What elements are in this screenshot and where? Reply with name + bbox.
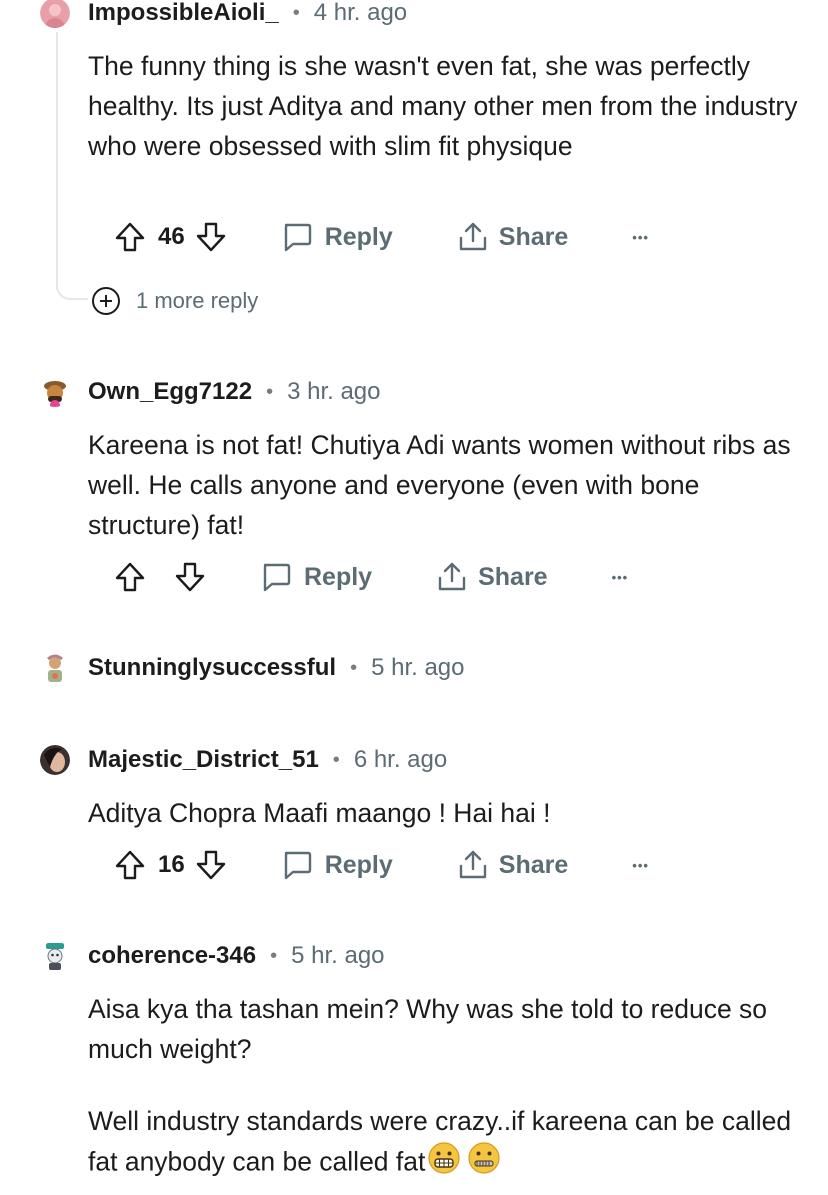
upvote-button[interactable] bbox=[114, 849, 146, 881]
share-button[interactable]: Share bbox=[436, 561, 548, 593]
separator-dot: • bbox=[266, 380, 274, 403]
share-label: Share bbox=[498, 222, 569, 251]
comment-actions: Reply Share ••• bbox=[114, 557, 628, 597]
comment-text: Aditya Chopra Maafi maango ! Hai hai ! bbox=[88, 798, 551, 828]
vote-count: 46 bbox=[158, 223, 185, 250]
thread-line bbox=[56, 32, 58, 290]
speech-bubble-icon bbox=[284, 851, 311, 880]
speech-bubble-icon bbox=[263, 563, 291, 592]
speech-bubble-icon bbox=[284, 223, 311, 252]
more-options-button[interactable]: ••• bbox=[632, 858, 649, 873]
avatar[interactable] bbox=[40, 745, 70, 775]
separator-dot: • bbox=[350, 656, 358, 679]
comment-text: The funny thing is she wasn't even fat, … bbox=[88, 51, 798, 161]
comment-header: Stunninglysuccessful • 5 hr. ago bbox=[40, 652, 465, 684]
ellipsis-icon: ••• bbox=[611, 569, 629, 585]
thread-line-curve bbox=[56, 270, 88, 300]
zipper-mouth-face-emoji bbox=[467, 1141, 501, 1186]
ellipsis-icon: ••• bbox=[632, 857, 649, 873]
more-options-button[interactable]: ••• bbox=[632, 230, 649, 245]
downvote-button[interactable] bbox=[174, 561, 206, 593]
downvote-arrow-icon bbox=[196, 850, 225, 880]
reply-label: Reply bbox=[324, 850, 393, 879]
share-arrow-icon bbox=[459, 850, 486, 879]
timestamp: 6 hr. ago bbox=[353, 746, 448, 773]
timestamp: 5 hr. ago bbox=[291, 942, 385, 969]
share-label: Share bbox=[498, 850, 569, 879]
username[interactable]: Majestic_District_51 bbox=[88, 746, 319, 774]
upvote-arrow-icon bbox=[115, 562, 145, 592]
downvote-arrow-icon bbox=[175, 562, 205, 592]
timestamp: 5 hr. ago bbox=[371, 654, 465, 681]
downvote-button[interactable] bbox=[195, 849, 227, 881]
comment-actions: 46 Reply Share ••• bbox=[114, 217, 649, 257]
avatar[interactable] bbox=[40, 0, 70, 28]
share-button[interactable]: Share bbox=[457, 221, 568, 253]
comment-body: Aditya Chopra Maafi maango ! Hai hai ! bbox=[88, 793, 798, 833]
plus-circle-icon bbox=[92, 287, 120, 315]
upvote-arrow-icon bbox=[115, 222, 145, 252]
comment-header: coherence-346 • 5 hr. ago bbox=[40, 940, 385, 972]
ellipsis-icon: ••• bbox=[632, 229, 649, 245]
share-arrow-icon bbox=[459, 222, 486, 251]
separator-dot: • bbox=[332, 748, 340, 771]
timestamp: 3 hr. ago bbox=[287, 378, 381, 405]
username[interactable]: ImpossibleAioli_ bbox=[88, 0, 279, 27]
upvote-button[interactable] bbox=[114, 221, 146, 253]
reply-label: Reply bbox=[324, 222, 393, 251]
username[interactable]: Own_Egg7122 bbox=[88, 378, 252, 406]
more-options-button[interactable]: ••• bbox=[612, 570, 629, 585]
comment-header: Own_Egg7122 • 3 hr. ago bbox=[40, 376, 381, 408]
comment-body: Kareena is not fat! Chutiya Adi wants wo… bbox=[88, 425, 798, 545]
username[interactable]: coherence-346 bbox=[88, 942, 256, 970]
downvote-button[interactable] bbox=[195, 221, 227, 253]
avatar[interactable] bbox=[40, 941, 70, 971]
reply-label: Reply bbox=[304, 562, 373, 591]
separator-dot: • bbox=[270, 944, 278, 967]
upvote-arrow-icon bbox=[115, 850, 145, 880]
comment-body: The funny thing is she wasn't even fat, … bbox=[88, 46, 798, 166]
comment-text: Well industry standards were crazy..if k… bbox=[88, 1101, 798, 1186]
downvote-arrow-icon bbox=[196, 222, 225, 252]
grimacing-face-emoji bbox=[427, 1141, 461, 1186]
more-replies-link[interactable]: 1 more reply bbox=[92, 287, 258, 315]
comment-header: ImpossibleAioli_ • 4 hr. ago bbox=[40, 0, 407, 29]
upvote-button[interactable] bbox=[114, 561, 146, 593]
comment-text: Kareena is not fat! Chutiya Adi wants wo… bbox=[88, 430, 791, 540]
timestamp: 4 hr. ago bbox=[313, 0, 408, 26]
username[interactable]: Stunninglysuccessful bbox=[88, 654, 336, 682]
reply-button[interactable]: Reply bbox=[260, 561, 372, 593]
avatar[interactable] bbox=[40, 653, 70, 683]
vote-count: 16 bbox=[158, 851, 185, 878]
share-button[interactable]: Share bbox=[457, 849, 568, 881]
reply-button[interactable]: Reply bbox=[281, 221, 393, 253]
share-label: Share bbox=[478, 562, 548, 591]
share-arrow-icon bbox=[438, 562, 466, 591]
more-replies-label: 1 more reply bbox=[136, 288, 259, 313]
comment-text: Aisa kya tha tashan mein? Why was she to… bbox=[88, 994, 768, 1064]
separator-dot: • bbox=[292, 1, 300, 24]
avatar[interactable] bbox=[40, 377, 70, 407]
comment-header: Majestic_District_51 • 6 hr. ago bbox=[40, 744, 447, 776]
reply-button[interactable]: Reply bbox=[281, 849, 393, 881]
comment-body: Aisa kya tha tashan mein? Why was she to… bbox=[88, 989, 798, 1186]
comment-actions: 16 Reply Share ••• bbox=[114, 845, 649, 885]
